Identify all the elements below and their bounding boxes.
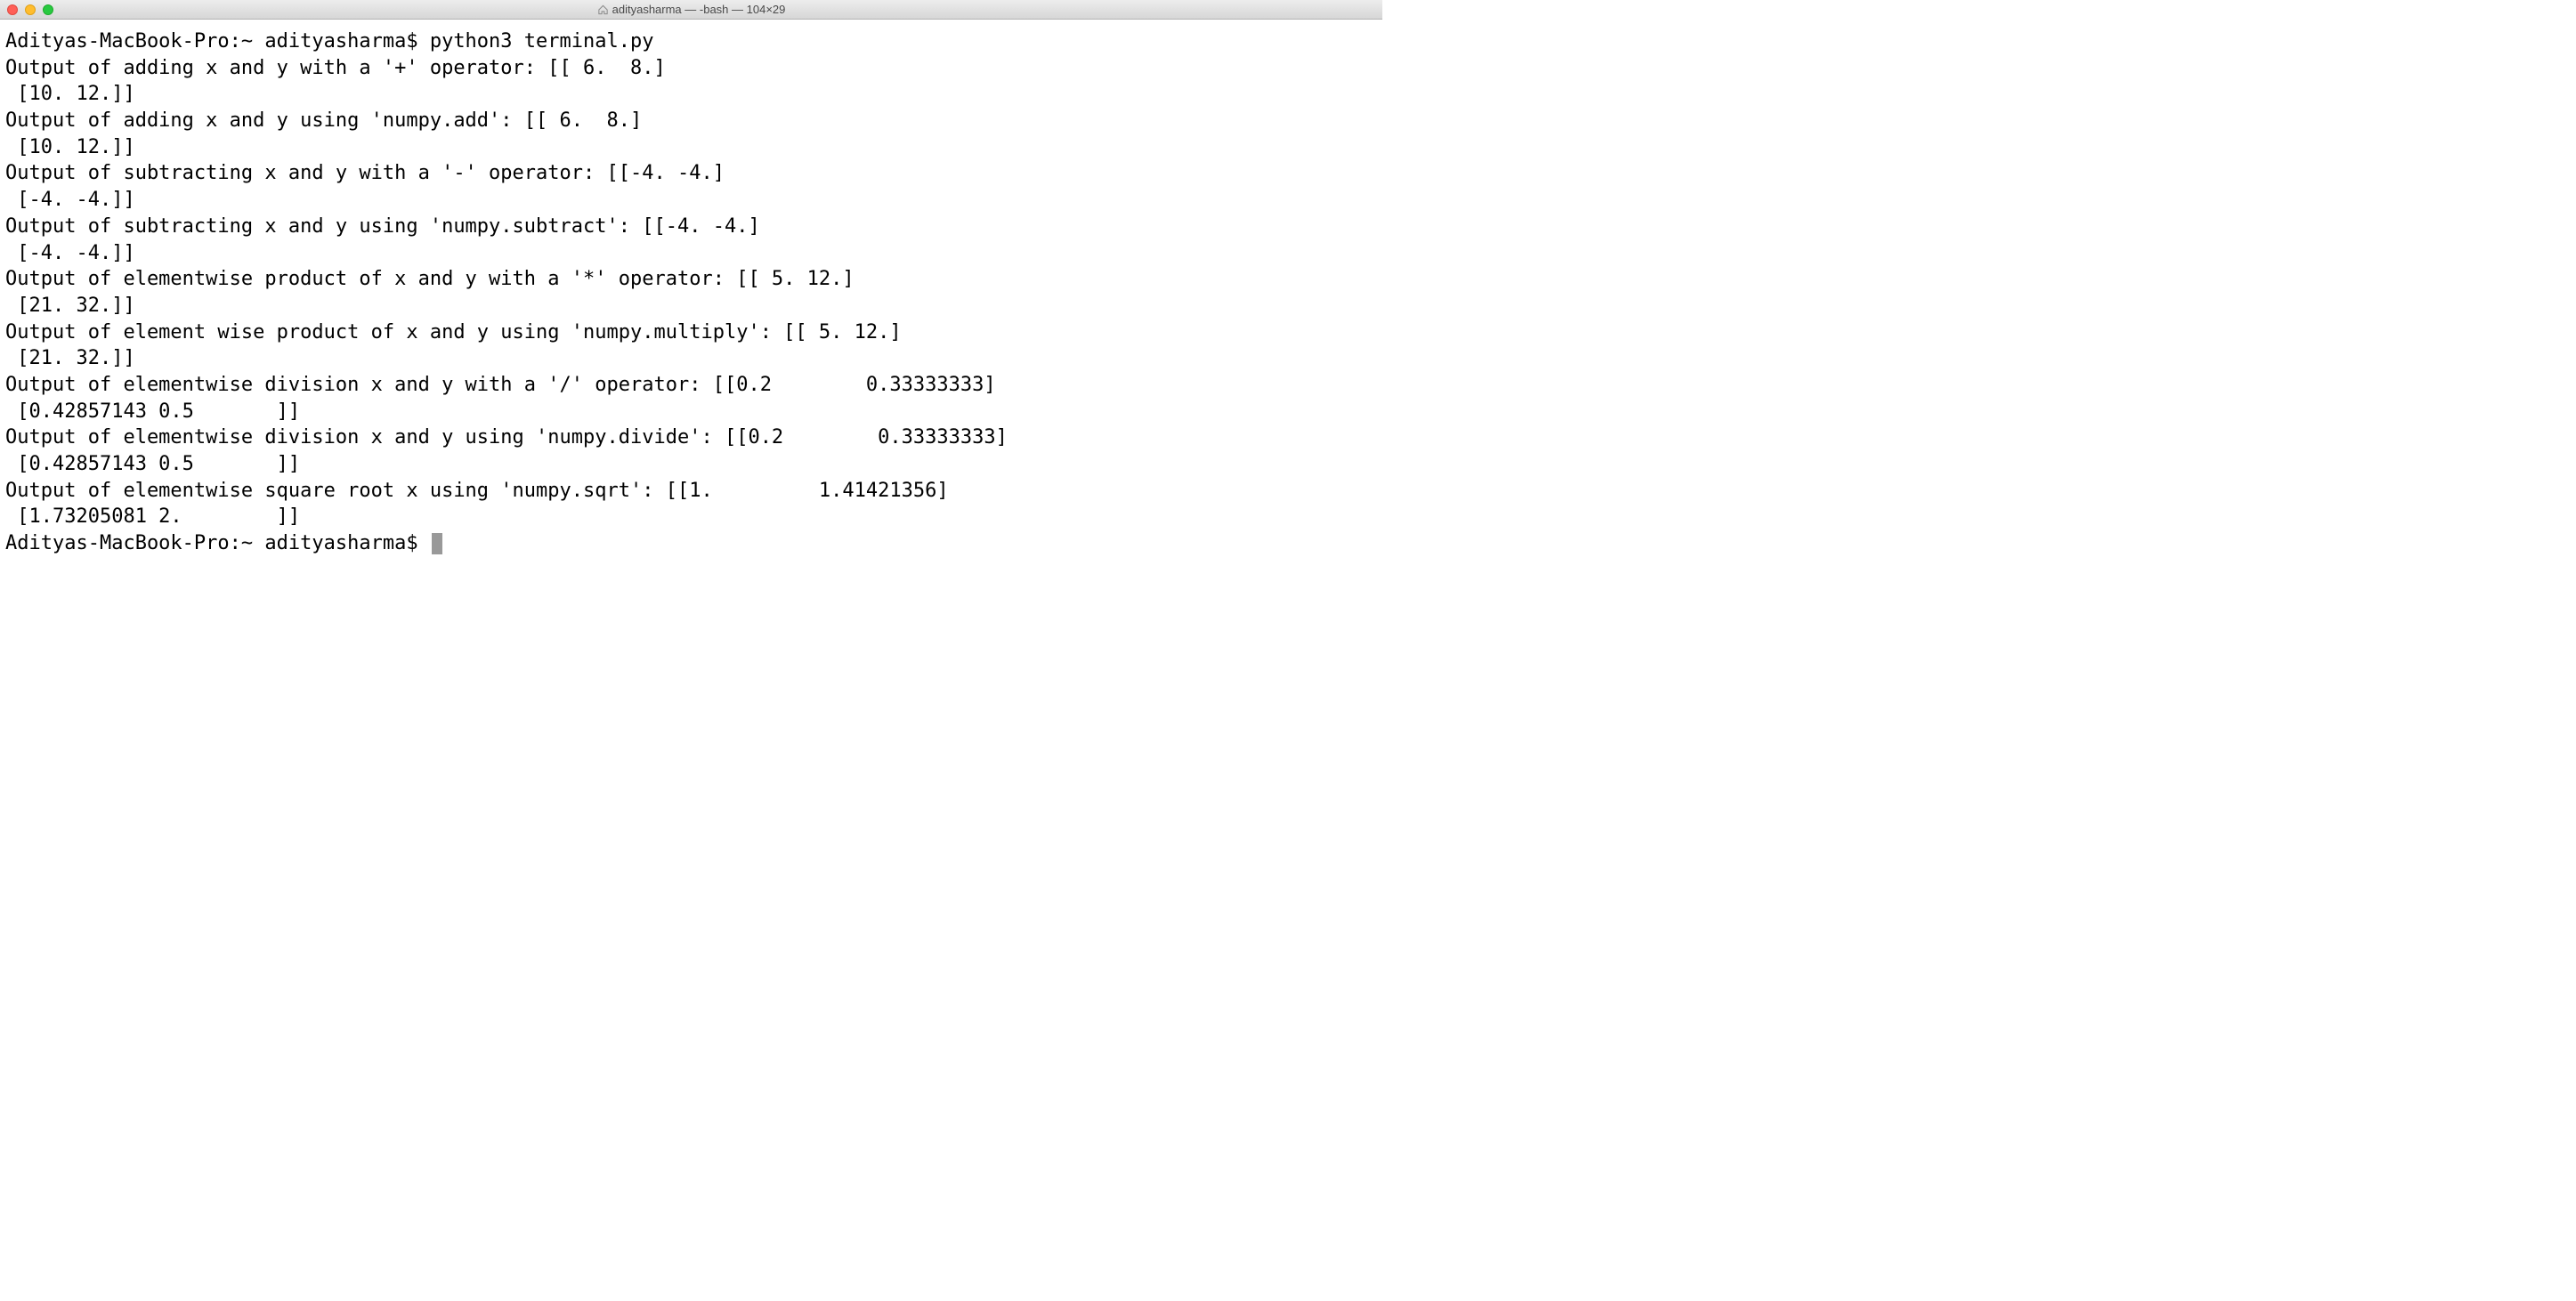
output-line: [21. 32.]] bbox=[5, 345, 1377, 372]
output-line: [-4. -4.]] bbox=[5, 240, 1377, 267]
cursor-icon bbox=[432, 533, 442, 554]
home-icon bbox=[597, 4, 609, 15]
output-line: [-4. -4.]] bbox=[5, 187, 1377, 214]
window-title: adityasharma — -bash — 104×29 bbox=[612, 3, 786, 16]
maximize-button[interactable] bbox=[43, 4, 53, 15]
output-line: Output of elementwise division x and y w… bbox=[5, 372, 1377, 399]
prompt-line: Adityas-MacBook-Pro:~ adityasharma$ pyth… bbox=[5, 28, 1377, 55]
minimize-button[interactable] bbox=[25, 4, 36, 15]
prompt-line-active[interactable]: Adityas-MacBook-Pro:~ adityasharma$ bbox=[5, 530, 1377, 557]
output-line: Output of subtracting x and y using 'num… bbox=[5, 214, 1377, 240]
output-line: [0.42857143 0.5 ]] bbox=[5, 399, 1377, 425]
output-line: [21. 32.]] bbox=[5, 293, 1377, 319]
output-line: Output of element wise product of x and … bbox=[5, 319, 1377, 346]
terminal-output[interactable]: Adityas-MacBook-Pro:~ adityasharma$ pyth… bbox=[0, 20, 1382, 566]
output-line: [10. 12.]] bbox=[5, 81, 1377, 108]
output-line: [10. 12.]] bbox=[5, 134, 1377, 161]
traffic-lights bbox=[7, 4, 53, 15]
output-line: Output of elementwise division x and y u… bbox=[5, 424, 1377, 451]
output-line: Output of adding x and y with a '+' oper… bbox=[5, 55, 1377, 82]
output-line: [0.42857143 0.5 ]] bbox=[5, 451, 1377, 478]
output-line: [1.73205081 2. ]] bbox=[5, 504, 1377, 530]
window-titlebar: adityasharma — -bash — 104×29 bbox=[0, 0, 1382, 20]
output-line: Output of adding x and y using 'numpy.ad… bbox=[5, 108, 1377, 134]
prompt-text: Adityas-MacBook-Pro:~ adityasharma$ bbox=[5, 530, 430, 557]
close-button[interactable] bbox=[7, 4, 18, 15]
title-wrap: adityasharma — -bash — 104×29 bbox=[0, 3, 1382, 16]
output-line: Output of subtracting x and y with a '-'… bbox=[5, 160, 1377, 187]
output-line: Output of elementwise square root x usin… bbox=[5, 478, 1377, 505]
output-line: Output of elementwise product of x and y… bbox=[5, 266, 1377, 293]
